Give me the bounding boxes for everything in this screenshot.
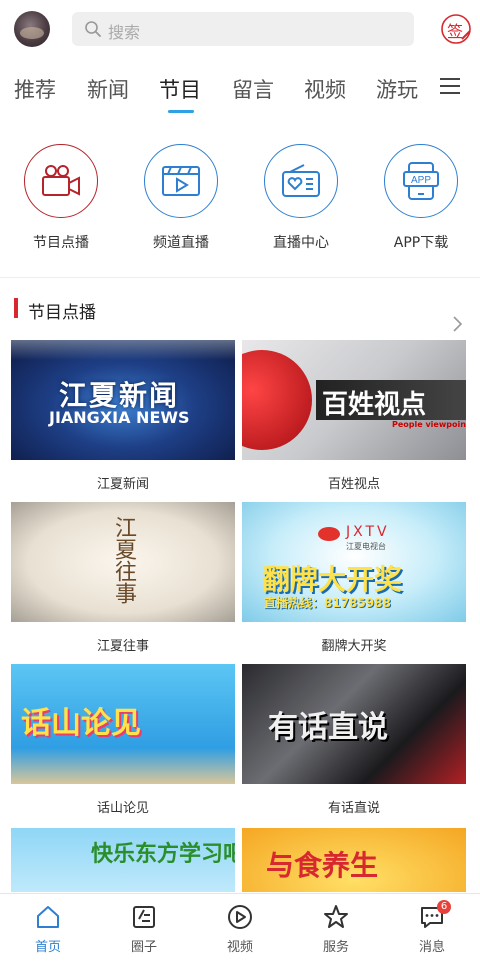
app-phone-icon: APP bbox=[384, 144, 458, 218]
tab-programs[interactable]: 节目 bbox=[159, 74, 201, 104]
program-caption: 话山论见 bbox=[96, 801, 149, 816]
thumb-title: 有话直说 bbox=[268, 710, 388, 745]
program-card[interactable]: 话山论见 话山论见 bbox=[11, 664, 235, 816]
thumb-title: 百姓视点 bbox=[322, 390, 427, 420]
nav-service[interactable]: 服务 bbox=[288, 894, 384, 955]
top-header: 搜索 签 bbox=[0, 0, 480, 58]
tab-travel[interactable]: 游玩 bbox=[376, 74, 418, 104]
nav-home[interactable]: 首页 bbox=[0, 894, 96, 955]
program-caption: 有话直说 bbox=[327, 801, 380, 816]
tab-messages[interactable]: 留言 bbox=[232, 74, 274, 104]
thumb-subtitle: People viewpoint bbox=[392, 420, 466, 429]
home-icon bbox=[35, 904, 61, 930]
tab-recommend[interactable]: 推荐 bbox=[14, 74, 56, 104]
circle-icon bbox=[131, 904, 157, 930]
thumb-brand-logo bbox=[318, 527, 340, 541]
nav-label: 视频 bbox=[226, 940, 253, 955]
program-thumbnail: 话山论见 bbox=[11, 664, 235, 784]
thumb-title: 江夏往事 bbox=[111, 516, 136, 604]
program-card[interactable]: 江夏往事 江夏往事 bbox=[11, 502, 235, 654]
thumb-brand: JXTV bbox=[346, 524, 390, 540]
tab-news[interactable]: 新闻 bbox=[87, 74, 129, 104]
quick-program-vod[interactable]: 节目点播 bbox=[1, 136, 121, 252]
active-tab-indicator bbox=[168, 110, 194, 113]
nav-circle[interactable]: 圈子 bbox=[96, 894, 192, 955]
channel-tabs: 推荐 新闻 节目 留言 视频 游玩 bbox=[0, 62, 480, 122]
avatar[interactable] bbox=[14, 11, 50, 47]
quick-entries: 节目点播 频道直播 直播中心 APP APP下载 bbox=[0, 136, 480, 266]
nav-video[interactable]: 视频 bbox=[192, 894, 288, 955]
quick-label: APP下载 bbox=[393, 235, 449, 251]
program-thumbnail: 有话直说 bbox=[242, 664, 466, 784]
thumb-title: 与食养生 bbox=[266, 849, 379, 882]
nav-label: 消息 bbox=[418, 940, 445, 955]
thumb-subtitle: JIANGXIA NEWS bbox=[49, 408, 190, 427]
program-card[interactable]: 与食养生 bbox=[242, 828, 466, 892]
program-caption: 翻牌大开奖 bbox=[321, 639, 387, 654]
star-icon bbox=[323, 904, 349, 930]
divider bbox=[0, 277, 480, 278]
play-video-icon bbox=[144, 144, 218, 218]
program-caption: 江夏新闻 bbox=[96, 477, 149, 492]
program-thumbnail: 与食养生 bbox=[242, 828, 466, 892]
radio-icon bbox=[264, 144, 338, 218]
menu-icon[interactable] bbox=[440, 78, 460, 96]
program-card[interactable]: JXTV 江夏电视台 翻牌大开奖 直播热线：81785988 翻牌大开奖 bbox=[242, 502, 466, 654]
sign-label: 签 bbox=[447, 22, 464, 41]
nav-label: 圈子 bbox=[130, 940, 157, 955]
search-icon bbox=[84, 20, 102, 42]
quick-label: 频道直播 bbox=[153, 235, 209, 251]
nav-label: 服务 bbox=[322, 940, 349, 955]
program-card[interactable]: 快乐东方学习吧 bbox=[11, 828, 235, 892]
quick-label: 节目点播 bbox=[33, 235, 89, 251]
chevron-right-icon[interactable] bbox=[452, 315, 464, 337]
sign-in-button[interactable]: 签 bbox=[440, 13, 472, 45]
section-accent-bar bbox=[14, 298, 18, 318]
quick-channel-live[interactable]: 频道直播 bbox=[121, 136, 241, 252]
program-caption: 江夏往事 bbox=[96, 639, 149, 654]
section-title: 节目点播 bbox=[28, 303, 96, 323]
nav-messages[interactable]: 6 消息 bbox=[384, 894, 480, 955]
quick-label: 直播中心 bbox=[273, 235, 329, 251]
thumb-title: 话山论见 bbox=[21, 706, 141, 741]
bottom-navigation: 首页 圈子 视频 服务 6 消息 bbox=[0, 893, 480, 962]
thumb-title: 翻牌大开奖 bbox=[262, 563, 403, 596]
camcorder-icon bbox=[24, 144, 98, 218]
program-card[interactable]: 江夏新闻 JIANGXIA NEWS 江夏新闻 bbox=[11, 340, 235, 492]
unread-badge: 6 bbox=[437, 900, 451, 914]
nav-label: 首页 bbox=[34, 940, 61, 955]
program-thumbnail: 江夏往事 bbox=[11, 502, 235, 622]
thumb-hotline: 直播热线：81785988 bbox=[264, 596, 391, 610]
program-thumbnail: 快乐东方学习吧 bbox=[11, 828, 235, 892]
program-thumbnail: 百姓视点 People viewpoint bbox=[242, 340, 466, 460]
play-icon bbox=[227, 904, 253, 930]
search-placeholder: 搜索 bbox=[108, 23, 141, 42]
thumb-title: 快乐东方学习吧 bbox=[91, 842, 235, 867]
thumb-brand-sub: 江夏电视台 bbox=[346, 542, 386, 551]
quick-app-download[interactable]: APP APP下载 bbox=[361, 136, 480, 252]
program-card[interactable]: 有话直说 有话直说 bbox=[242, 664, 466, 816]
program-caption: 百姓视点 bbox=[327, 477, 380, 492]
program-thumbnail: JXTV 江夏电视台 翻牌大开奖 直播热线：81785988 bbox=[242, 502, 466, 622]
svg-text:APP: APP bbox=[411, 175, 431, 186]
quick-live-center[interactable]: 直播中心 bbox=[241, 136, 361, 252]
message-icon: 6 bbox=[419, 900, 451, 930]
search-bar[interactable]: 搜索 bbox=[72, 12, 414, 46]
tab-video[interactable]: 视频 bbox=[304, 74, 346, 104]
program-thumbnail: 江夏新闻 JIANGXIA NEWS bbox=[11, 340, 235, 460]
program-card[interactable]: 百姓视点 People viewpoint 百姓视点 bbox=[242, 340, 466, 492]
